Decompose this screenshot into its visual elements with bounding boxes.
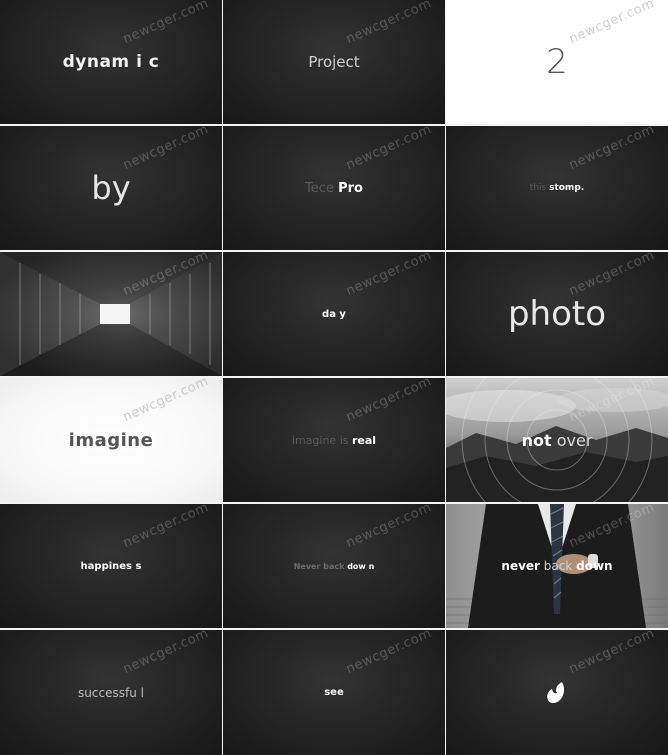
frame-text: see — [324, 687, 344, 698]
frame-text: Project — [308, 53, 360, 71]
dim-word: imagine is — [291, 433, 352, 447]
bright-word: not — [521, 430, 552, 450]
bright-word: Pro — [338, 180, 363, 196]
frame-dynamic: newcger.com dynam i c — [0, 0, 222, 124]
watermark: newcger.com — [344, 504, 435, 552]
frame-text: photo — [507, 294, 607, 334]
watermark: newcger.com — [344, 0, 435, 48]
watermark: newcger.com — [344, 378, 435, 426]
frame-not-over: newcger.com not over — [446, 378, 668, 502]
bright-word: down — [576, 559, 613, 573]
frame-text: dynam i c — [62, 52, 160, 72]
frame-stomp: newcger.com this stomp. — [446, 126, 668, 250]
envato-logo-icon — [547, 681, 565, 703]
frame-never-back-down: newcger.com Never back dow n — [223, 504, 445, 628]
frame-text: 2 — [546, 42, 568, 82]
watermark: newcger.com — [344, 630, 435, 678]
architecture-photo — [0, 252, 222, 376]
frame-see: newcger.com see — [223, 630, 445, 755]
watermark: newcger.com — [121, 504, 212, 552]
frame-two: newcger.com 2 — [446, 0, 668, 124]
watermark: newcger.com — [121, 0, 212, 48]
frame-project: newcger.com Project — [223, 0, 445, 124]
frame-text: never back down — [501, 559, 612, 573]
frame-businessman: newcger.com never back down — [446, 504, 668, 628]
watermark: newcger.com — [344, 252, 435, 300]
watermark: newcger.com — [344, 126, 435, 174]
frame-text: not over — [522, 431, 593, 450]
bright-word: real — [351, 433, 377, 447]
frame-architecture: newcger.com — [0, 252, 222, 376]
dim-word: back — [539, 559, 577, 573]
frame-imagine: newcger.com imagine — [0, 378, 222, 502]
watermark: newcger.com — [121, 126, 212, 174]
watermark: newcger.com — [121, 630, 212, 678]
bright-word: stomp. — [549, 183, 585, 193]
frame-text: imagine is real — [292, 434, 376, 447]
frame-text: Never back dow n — [294, 562, 375, 571]
bright-word: dow n — [347, 561, 375, 571]
dim-word: over — [551, 430, 593, 450]
dim-word: Never back — [293, 561, 348, 571]
frame-successful: newcger.com successfu l — [0, 630, 222, 755]
watermark: newcger.com — [567, 126, 658, 174]
watermark: newcger.com — [567, 630, 658, 678]
frame-photo: newcger.com photo — [446, 252, 668, 376]
watermark: newcger.com — [121, 378, 212, 426]
frame-tece-pro: newcger.com Tece Pro — [223, 126, 445, 250]
frame-text: da y — [322, 308, 346, 320]
frame-logo: newcger.com — [446, 630, 668, 755]
frame-grid: newcger.com dynam i c newcger.com Projec… — [0, 0, 668, 755]
dim-word: Tece — [305, 180, 339, 196]
bright-word: never — [501, 559, 540, 573]
frame-text: this stomp. — [530, 183, 584, 193]
frame-happiness: newcger.com happines s — [0, 504, 222, 628]
frame-imagine-real: newcger.com imagine is real — [223, 378, 445, 502]
frame-day: newcger.com da y — [223, 252, 445, 376]
dim-word: this — [529, 183, 550, 193]
frame-text: imagine — [68, 429, 154, 451]
frame-text: by — [91, 169, 131, 207]
watermark: newcger.com — [567, 0, 658, 48]
frame-text: Tece Pro — [305, 181, 363, 196]
frame-by: newcger.com by — [0, 126, 222, 250]
watermark: newcger.com — [567, 252, 658, 300]
frame-text: happines s — [80, 560, 142, 572]
frame-text: successfu l — [78, 685, 144, 700]
